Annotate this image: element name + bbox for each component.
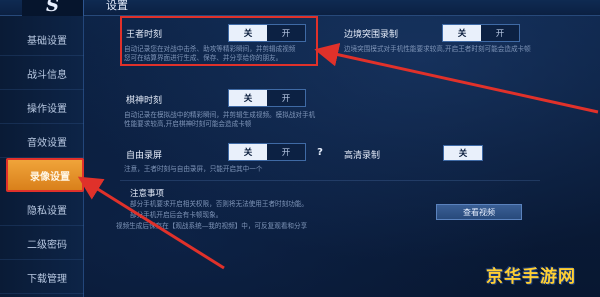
watermark: 京华手游网 [486,267,576,287]
arrow-to-wzsk [314,42,599,114]
annotation-arrows [77,42,599,270]
arrow-to-recording-tab [77,176,225,270]
